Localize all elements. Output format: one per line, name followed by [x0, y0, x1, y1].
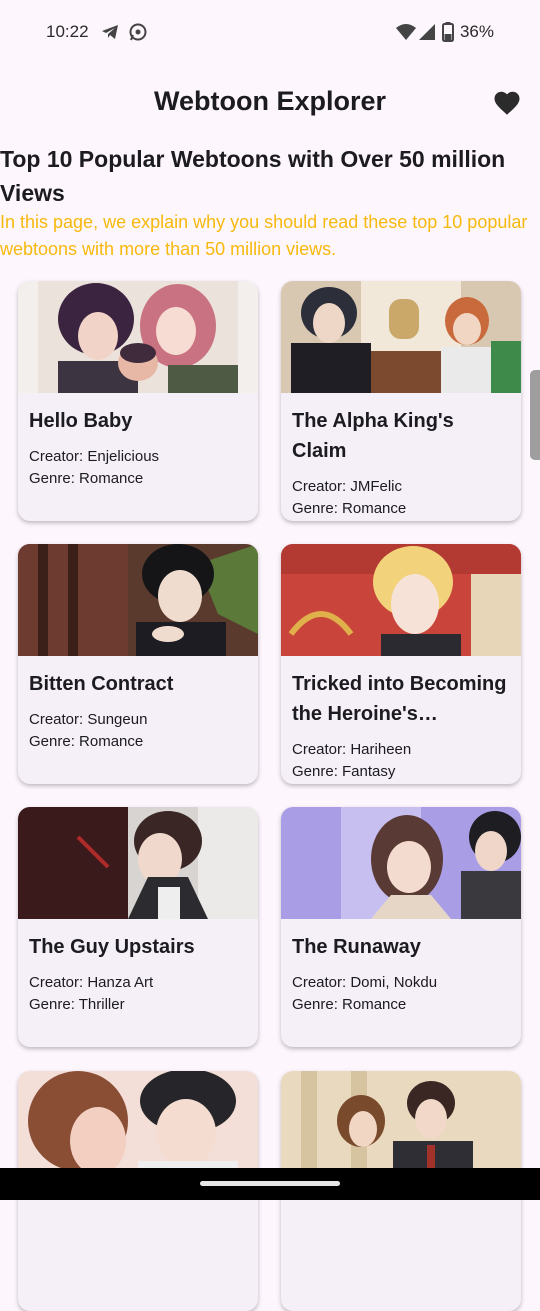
app-bar: Webtoon Explorer: [0, 66, 540, 138]
webtoon-genre: Genre: Romance: [29, 470, 144, 487]
page-headline: Top 10 Popular Webtoons with Over 50 mil…: [0, 146, 506, 206]
wifi-icon: [395, 22, 417, 47]
webtoon-title: Hello Baby: [29, 410, 133, 432]
heart-icon: [494, 91, 520, 115]
webtoon-genre: Genre: Fantasy: [292, 763, 396, 780]
webtoon-card[interactable]: The Runaway Creator: Domi, Nokdu Genre: …: [281, 807, 521, 1047]
page-description: In this page, we explain why you should …: [0, 212, 528, 259]
webtoon-title: The Alpha King's Claim: [292, 410, 454, 462]
webtoon-creator: Creator: JMFelic: [292, 478, 403, 495]
webtoon-genre: Genre: Thriller: [29, 996, 125, 1013]
webtoon-creator: Creator: Enjelicious: [29, 448, 160, 465]
telegram-icon: [100, 22, 120, 47]
webtoon-title: The Guy Upstairs: [29, 936, 195, 958]
webtoon-cover-image: [281, 1071, 521, 1183]
webtoon-title: The Runaway: [292, 936, 421, 958]
favorites-button[interactable]: [492, 88, 522, 118]
system-navigation-bar: [0, 1168, 540, 1200]
webtoon-cover-image: [281, 807, 521, 919]
webtoon-title: Tricked into Becoming the Heroine's Step…: [292, 673, 507, 725]
webtoon-cover-image: [281, 544, 521, 656]
webtoon-card[interactable]: The Guy Upstairs Creator: Hanza Art Genr…: [18, 807, 258, 1047]
scrollbar-thumb[interactable]: [530, 370, 540, 460]
whatsapp-icon: [128, 22, 148, 47]
webtoon-creator: Creator: Sungeun: [29, 711, 148, 728]
home-gesture-handle[interactable]: [200, 1181, 340, 1186]
webtoon-genre: Genre: Romance: [292, 500, 407, 517]
webtoon-card[interactable]: Tricked into Becoming the Heroine's Step…: [281, 544, 521, 784]
webtoon-genre: Genre: Romance: [29, 733, 144, 750]
webtoon-cover-image: [281, 281, 521, 393]
signal-icon: [418, 22, 436, 47]
battery-icon: [442, 22, 454, 47]
webtoon-card[interactable]: Bitten Contract Creator: Sungeun Genre: …: [18, 544, 258, 784]
status-time: 10:22: [46, 22, 89, 41]
webtoon-cover-image: [18, 281, 258, 393]
webtoon-cover-image: [18, 807, 258, 919]
webtoon-cover-image: [18, 1071, 258, 1183]
webtoon-creator: Creator: Domi, Nokdu: [292, 974, 438, 991]
webtoon-title: Bitten Contract: [29, 673, 174, 695]
webtoon-card[interactable]: The Alpha King's Claim Creator: JMFelic …: [281, 281, 521, 521]
battery-percent: 36%: [459, 22, 494, 41]
app-title: Webtoon Explorer: [153, 86, 387, 116]
webtoon-genre: Genre: Romance: [292, 996, 407, 1013]
webtoon-creator: Creator: Hariheen: [292, 741, 412, 758]
webtoon-cover-image: [18, 544, 258, 656]
webtoon-creator: Creator: Hanza Art: [29, 974, 154, 991]
webtoon-card[interactable]: Hello Baby Creator: Enjelicious Genre: R…: [18, 281, 258, 521]
status-bar: 10:22 36%: [0, 0, 540, 66]
